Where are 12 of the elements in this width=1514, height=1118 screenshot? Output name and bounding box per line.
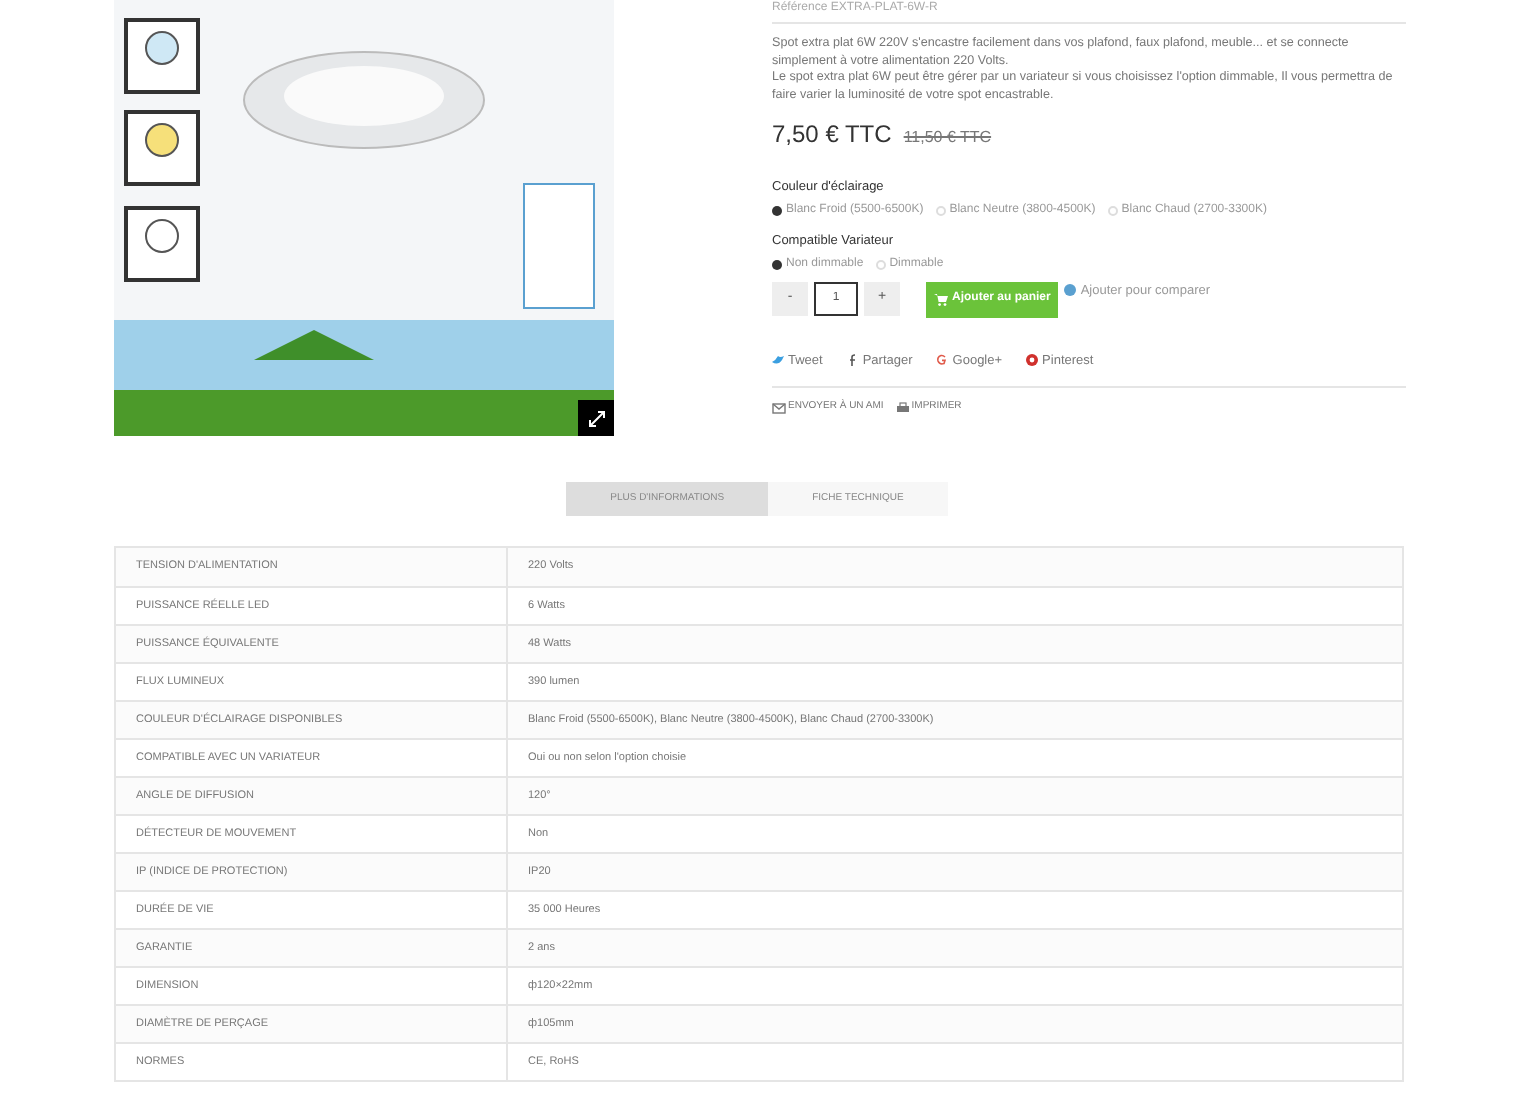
compare-icon: [1064, 284, 1077, 297]
expand-icon: [587, 409, 605, 427]
twitter-bird-icon: [772, 354, 786, 367]
envelope-icon: [772, 402, 786, 414]
expand-button[interactable]: [578, 400, 614, 436]
printer-icon: [895, 402, 910, 414]
google-plus-icon: [936, 354, 951, 367]
cart-icon: [934, 293, 948, 305]
price: 7,50 € TTC: [772, 118, 892, 152]
pinterest-icon: [1026, 354, 1041, 367]
old-price: 11,50 € TTC: [903, 126, 992, 150]
facebook-f-icon: [846, 354, 861, 367]
